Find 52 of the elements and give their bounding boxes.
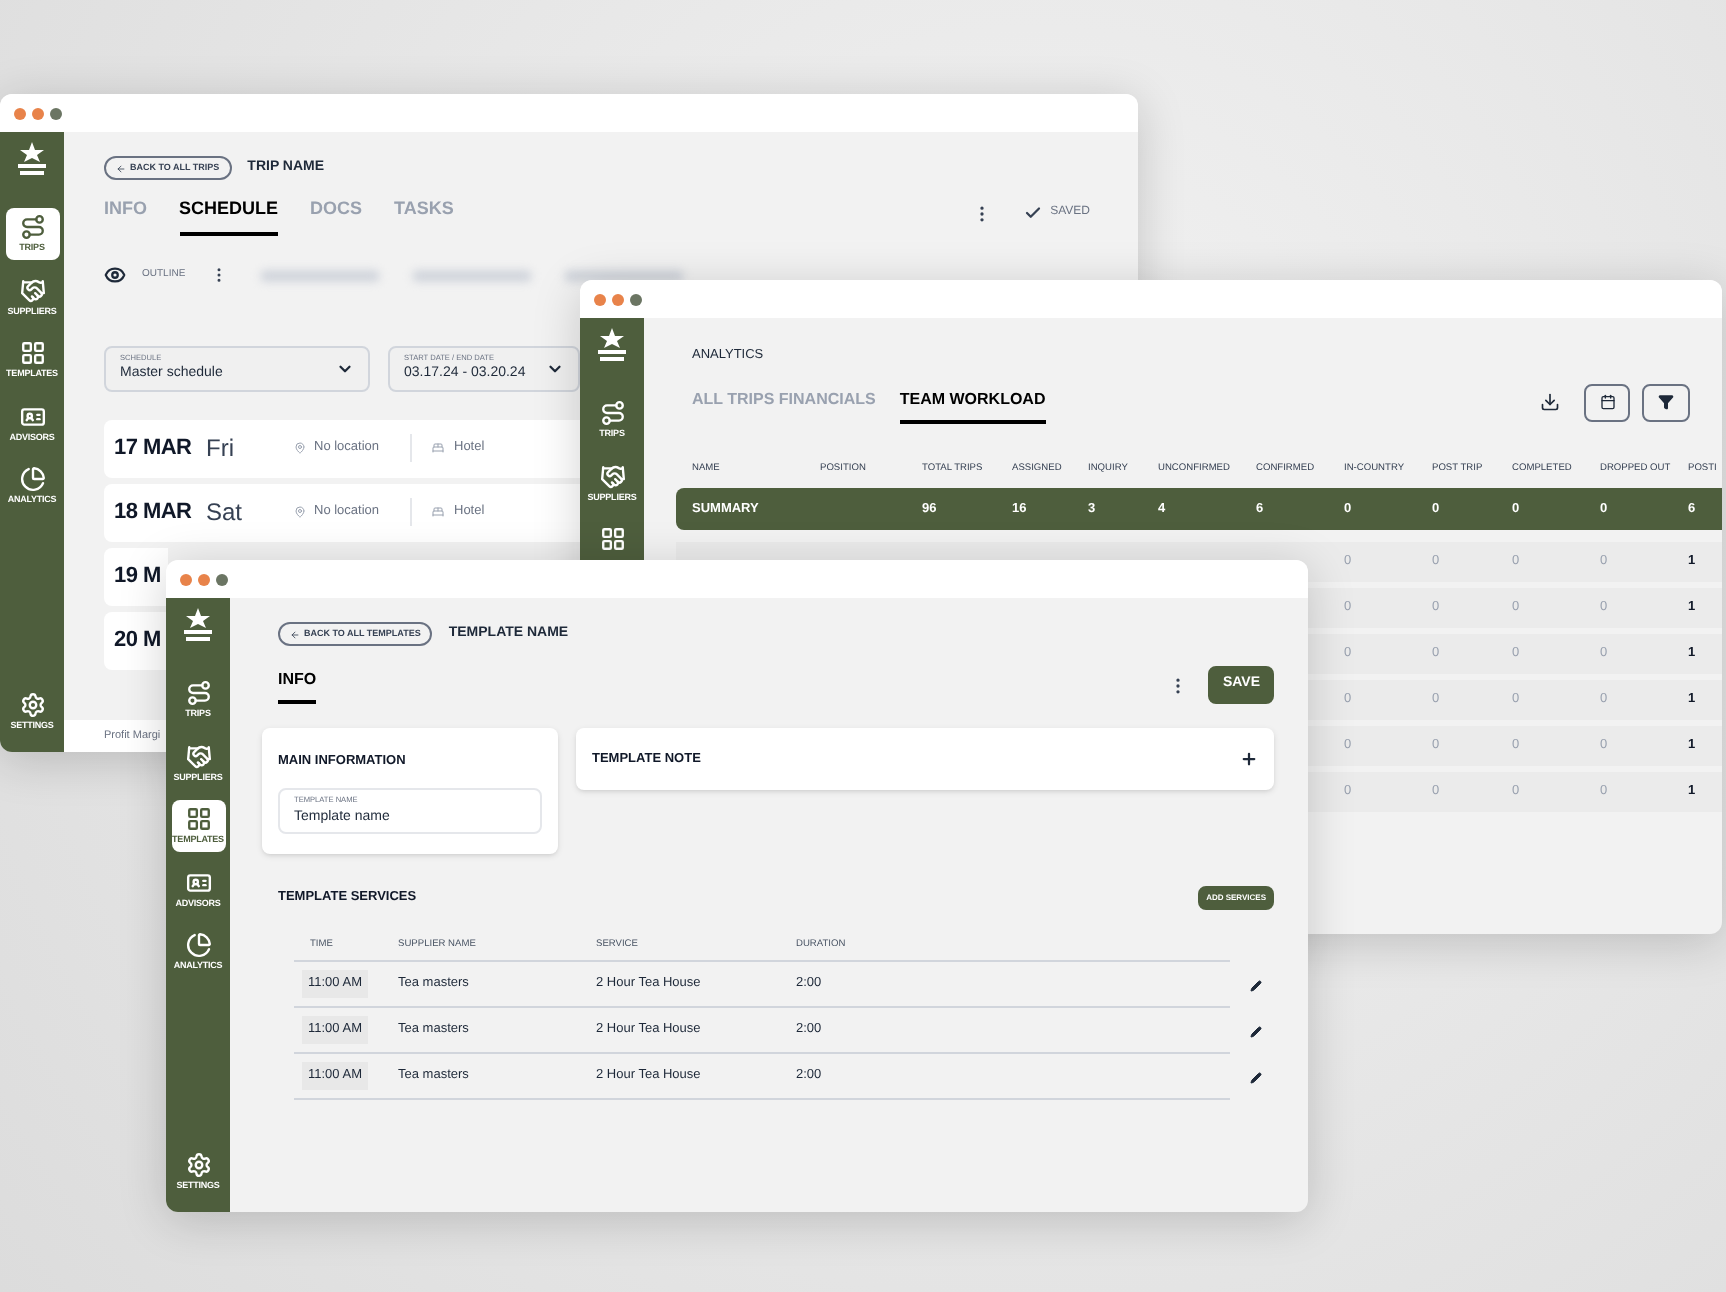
route-icon (19, 214, 45, 240)
route-icon (185, 680, 211, 706)
filter-icon (1658, 394, 1674, 411)
settings-icon (185, 1151, 211, 1177)
blurred-chip (411, 269, 532, 281)
blurred-chip (259, 269, 380, 281)
eye-icon[interactable] (104, 264, 126, 286)
handshake-icon (19, 277, 45, 303)
day-row[interactable]: 20 M (104, 611, 168, 669)
id-card-icon (19, 403, 45, 429)
logo-icon (594, 328, 630, 364)
plus-icon[interactable] (1240, 750, 1258, 768)
download-icon[interactable] (1540, 392, 1560, 413)
tab[interactable]: INFO (278, 667, 317, 703)
calendar-button[interactable] (1584, 383, 1630, 422)
blurred-chip (563, 269, 684, 281)
day-date: 18 MAR (114, 497, 194, 528)
pencil-icon[interactable] (1250, 1025, 1262, 1038)
pie-chart-icon (185, 932, 211, 958)
settings-icon (19, 691, 45, 717)
bed-icon (432, 442, 444, 454)
day-date: 20 M (114, 625, 161, 656)
arrow-left-icon (116, 163, 126, 173)
filter-button[interactable] (1642, 383, 1690, 422)
pencil-icon[interactable] (1250, 979, 1262, 992)
grid-icon (599, 526, 625, 552)
grid-icon (19, 340, 45, 366)
day-row[interactable]: 19 M (104, 547, 168, 605)
pencil-icon[interactable] (1250, 1071, 1262, 1084)
day-weekday: Fri (206, 432, 236, 466)
day-weekday: Sat (206, 496, 245, 530)
day-date: 19 M (114, 561, 161, 592)
arrow-left-icon (290, 629, 300, 639)
check-icon (1024, 204, 1043, 222)
tab[interactable]: TEAM WORKLOAD (899, 387, 1046, 424)
tab[interactable]: SCHEDULE (179, 196, 279, 235)
logo-icon (14, 142, 50, 178)
bed-icon (432, 506, 444, 518)
pin-icon (294, 506, 306, 518)
pin-icon (294, 442, 306, 454)
calendar-icon (1599, 394, 1615, 411)
id-card-icon (185, 869, 211, 895)
route-icon (599, 400, 625, 426)
window-buttons-icon[interactable] (14, 107, 66, 119)
pie-chart-icon (19, 466, 45, 492)
logo-icon (180, 608, 216, 644)
day-date: 17 MAR (114, 433, 194, 464)
handshake-icon (599, 463, 625, 489)
grid-icon (185, 806, 211, 832)
window-buttons-icon[interactable] (180, 573, 232, 585)
handshake-icon (185, 743, 211, 769)
window-buttons-icon[interactable] (594, 293, 646, 305)
